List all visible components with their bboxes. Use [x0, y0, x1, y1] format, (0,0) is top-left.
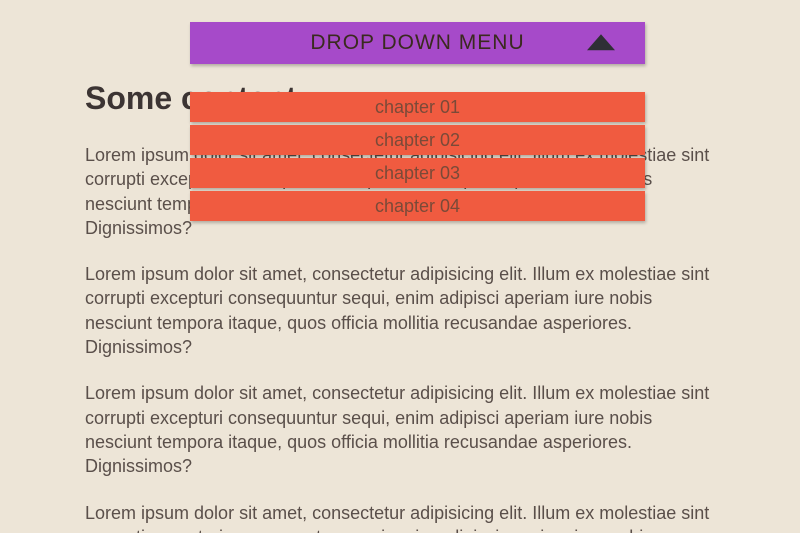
dropdown-item-label: chapter 01	[375, 97, 460, 118]
content-paragraph: Lorem ipsum dolor sit amet, consectetur …	[85, 381, 715, 478]
dropdown-toggle-button[interactable]: DROP DOWN MENU	[190, 22, 645, 64]
content-paragraph: Lorem ipsum dolor sit amet, consectetur …	[85, 262, 715, 359]
dropdown-item-label: chapter 02	[375, 130, 460, 151]
chevron-up-icon	[587, 34, 615, 50]
dropdown-item-chapter-03[interactable]: chapter 03	[190, 158, 645, 188]
content-paragraph: Lorem ipsum dolor sit amet, consectetur …	[85, 501, 715, 533]
dropdown-item-label: chapter 03	[375, 163, 460, 184]
dropdown-item-chapter-04[interactable]: chapter 04	[190, 191, 645, 221]
dropdown-item-label: chapter 04	[375, 196, 460, 217]
dropdown-item-chapter-01[interactable]: chapter 01	[190, 92, 645, 122]
dropdown-item-chapter-02[interactable]: chapter 02	[190, 125, 645, 155]
dropdown-list: chapter 01 chapter 02 chapter 03 chapter…	[190, 64, 645, 221]
dropdown-label: DROP DOWN MENU	[310, 31, 524, 55]
dropdown-menu: DROP DOWN MENU chapter 01 chapter 02 cha…	[190, 22, 645, 221]
